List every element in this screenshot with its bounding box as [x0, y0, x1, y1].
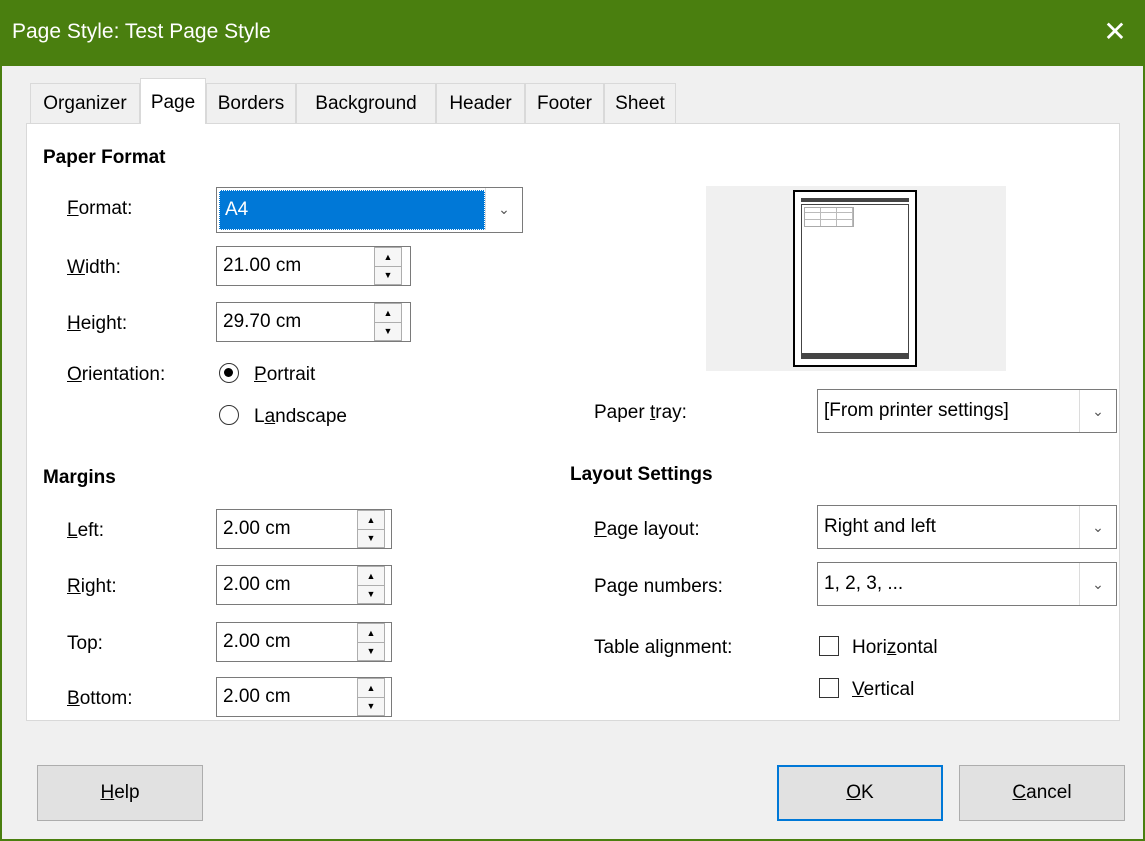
close-icon[interactable]: ✕ [1097, 14, 1133, 50]
right-margin-spinbox[interactable]: 2.00 cm ▲ ▼ [216, 565, 392, 605]
window-title: Page Style: Test Page Style [12, 20, 271, 43]
horizontal-checkbox[interactable] [819, 636, 839, 656]
spin-up-icon[interactable]: ▲ [375, 304, 401, 323]
portrait-label[interactable]: Portrait [254, 364, 315, 386]
page-layout-value: Right and left [824, 516, 936, 537]
width-label: Width: [67, 257, 121, 278]
bottom-margin-spinbox[interactable]: 2.00 cm ▲ ▼ [216, 677, 392, 717]
bottom-margin-value: 2.00 cm [223, 686, 291, 707]
left-margin-spinner[interactable]: ▲ ▼ [357, 510, 385, 548]
width-spinner[interactable]: ▲ ▼ [374, 247, 402, 285]
height-spinner[interactable]: ▲ ▼ [374, 303, 402, 341]
spin-up-icon[interactable]: ▲ [358, 624, 384, 643]
chevron-down-icon[interactable]: ⌄ [1079, 390, 1116, 432]
top-margin-spinbox[interactable]: 2.00 cm ▲ ▼ [216, 622, 392, 662]
height-label: Height: [67, 313, 128, 334]
spin-down-icon[interactable]: ▼ [358, 585, 384, 603]
spin-up-icon[interactable]: ▲ [375, 248, 401, 267]
page-numbers-value: 1, 2, 3, ... [824, 573, 904, 594]
tab-page[interactable]: Page [140, 78, 206, 124]
page-layout-label: Page layout: [594, 519, 700, 540]
portrait-radio[interactable] [219, 363, 239, 383]
margins-heading: Margins [43, 467, 116, 488]
chevron-down-icon[interactable]: ⌄ [1079, 563, 1116, 605]
paper-tray-select[interactable]: [From printer settings] ⌄ [817, 389, 1117, 433]
top-margin-label: Top: [67, 633, 103, 654]
cancel-button[interactable]: Cancel [959, 765, 1125, 821]
help-button[interactable]: Help [37, 765, 203, 821]
preview-table-icon [804, 207, 854, 227]
format-selection-highlight [219, 190, 485, 230]
page-layout-select[interactable]: Right and left ⌄ [817, 505, 1117, 549]
tab-footer[interactable]: Footer [525, 83, 604, 123]
tab-organizer[interactable]: Organizer [30, 83, 140, 123]
spin-down-icon[interactable]: ▼ [358, 642, 384, 660]
layout-settings-heading: Layout Settings [570, 464, 713, 485]
chevron-down-icon[interactable]: ⌄ [485, 188, 522, 230]
preview-header [801, 198, 909, 202]
spin-down-icon[interactable]: ▼ [358, 529, 384, 547]
vertical-checkbox[interactable] [819, 678, 839, 698]
spin-up-icon[interactable]: ▲ [358, 679, 384, 698]
left-margin-label: Left: [67, 520, 104, 541]
chevron-down-icon[interactable]: ⌄ [1079, 506, 1116, 548]
width-value: 21.00 cm [223, 255, 302, 276]
left-margin-spinbox[interactable]: 2.00 cm ▲ ▼ [216, 509, 392, 549]
top-margin-spinner[interactable]: ▲ ▼ [357, 623, 385, 661]
top-margin-value: 2.00 cm [223, 631, 291, 652]
preview-body [801, 204, 909, 354]
vertical-label[interactable]: Vertical [852, 679, 914, 701]
spin-down-icon[interactable]: ▼ [375, 322, 401, 340]
right-margin-spinner[interactable]: ▲ ▼ [357, 566, 385, 604]
paper-format-heading: Paper Format [43, 147, 166, 168]
spin-up-icon[interactable]: ▲ [358, 511, 384, 530]
format-label: Format: [67, 198, 133, 219]
height-value: 29.70 cm [223, 311, 302, 332]
landscape-label[interactable]: Landscape [254, 406, 347, 428]
spin-up-icon[interactable]: ▲ [358, 567, 384, 586]
preview-page-outline [793, 190, 917, 367]
tab-header[interactable]: Header [436, 83, 525, 123]
height-spinbox[interactable]: 29.70 cm ▲ ▼ [216, 302, 411, 342]
page-preview [706, 186, 1006, 371]
bottom-margin-spinner[interactable]: ▲ ▼ [357, 678, 385, 716]
paper-tray-value: [From printer settings] [824, 400, 1009, 421]
spin-down-icon[interactable]: ▼ [375, 266, 401, 284]
table-alignment-label: Table alignment: [594, 637, 733, 658]
landscape-radio[interactable] [219, 405, 239, 425]
bottom-margin-label: Bottom: [67, 688, 133, 709]
page-numbers-label: Page numbers: [594, 576, 723, 597]
page-numbers-select[interactable]: 1, 2, 3, ... ⌄ [817, 562, 1117, 606]
tab-sheet[interactable]: Sheet [604, 83, 676, 123]
ok-button[interactable]: OK [777, 765, 943, 821]
preview-footer [801, 354, 909, 359]
width-spinbox[interactable]: 21.00 cm ▲ ▼ [216, 246, 411, 286]
right-margin-label: Right: [67, 576, 117, 597]
format-select[interactable]: A4 ⌄ [216, 187, 523, 233]
right-margin-value: 2.00 cm [223, 574, 291, 595]
orientation-label: Orientation: [67, 364, 166, 385]
spin-down-icon[interactable]: ▼ [358, 697, 384, 715]
horizontal-label[interactable]: Horizontal [852, 637, 938, 659]
tab-background[interactable]: Background [296, 83, 436, 123]
left-margin-value: 2.00 cm [223, 518, 291, 539]
tab-borders[interactable]: Borders [206, 83, 296, 123]
paper-tray-label: Paper tray: [594, 402, 687, 423]
format-value: A4 [225, 199, 249, 220]
title-bar: Page Style: Test Page Style ✕ [0, 0, 1145, 66]
